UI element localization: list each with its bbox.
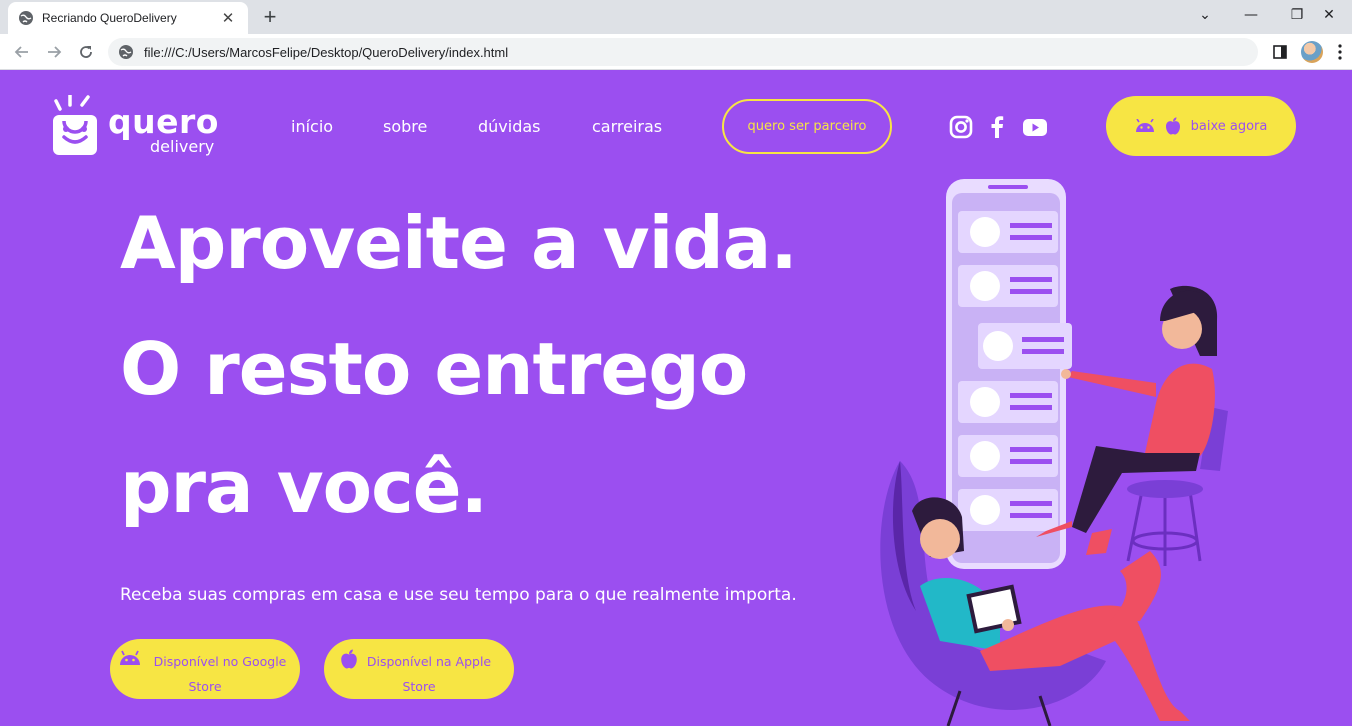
globe-icon: [19, 11, 33, 25]
google-store-line-1: Disponível no Google: [153, 654, 287, 669]
google-store-line-2: Store: [188, 679, 222, 694]
landing-page: quero delivery início sobre dúvidas carr…: [0, 71, 1352, 726]
hero-line-2: O resto entrego: [120, 327, 748, 411]
new-tab-button[interactable]: +: [258, 4, 282, 29]
close-tab-icon[interactable]: ✕: [218, 8, 238, 28]
arrow-right-icon: [48, 46, 62, 58]
forward-button[interactable]: [40, 38, 68, 66]
more-vertical-icon: [1338, 44, 1342, 60]
apple-store-line-1: Disponível na Apple: [366, 654, 492, 669]
download-button[interactable]: baixe agora: [1106, 96, 1296, 156]
android-icon: [1135, 119, 1154, 132]
youtube-icon[interactable]: [1022, 114, 1048, 140]
browser-tab[interactable]: Recriando QueroDelivery ✕: [8, 2, 248, 34]
instagram-icon[interactable]: [948, 114, 974, 140]
logo-word: quero: [108, 102, 219, 141]
download-button-label: baixe agora: [1190, 118, 1268, 134]
arrow-left-icon: [14, 46, 28, 58]
minimize-button[interactable]: —: [1228, 0, 1274, 30]
reload-icon: [80, 46, 92, 58]
delivery-illustration: [880, 179, 1228, 726]
hero-line-3: pra você.: [120, 445, 488, 529]
logo-subtitle: delivery: [150, 137, 215, 156]
apple-icon: [1165, 117, 1180, 135]
nav-link-inicio[interactable]: início: [291, 117, 333, 136]
stool-illustration: [1126, 490, 1202, 566]
side-panel-icon: [1273, 45, 1287, 59]
nav-link-duvidas[interactable]: dúvidas: [478, 117, 541, 136]
reload-button[interactable]: [72, 38, 100, 66]
google-store-label: Disponível no Google Store: [110, 649, 300, 699]
google-store-button[interactable]: Disponível no Google Store: [110, 639, 300, 699]
tab-title: Recriando QueroDelivery: [42, 11, 177, 25]
back-button[interactable]: [8, 38, 36, 66]
partner-button[interactable]: quero ser parceiro: [722, 99, 892, 154]
profile-button[interactable]: [1298, 38, 1326, 66]
browser-tabstrip: Recriando QueroDelivery ✕ + ⌄ — ❐ ✕: [0, 0, 1352, 34]
nav-link-carreiras[interactable]: carreiras: [592, 117, 662, 136]
url-text: file:///C:/Users/MarcosFelipe/Desktop/Qu…: [144, 44, 509, 60]
hero-subtext: Receba suas compras em casa e use seu te…: [120, 585, 797, 605]
globe-icon: [119, 45, 133, 59]
close-window-button[interactable]: ✕: [1306, 0, 1352, 30]
menu-button[interactable]: [1330, 38, 1350, 66]
hero-line-1: Aproveite a vida.: [120, 201, 798, 285]
side-panel-button[interactable]: [1266, 38, 1294, 66]
tab-search-button[interactable]: ⌄: [1182, 0, 1228, 30]
bag-smile-icon: [53, 95, 97, 155]
facebook-icon[interactable]: [984, 114, 1010, 140]
apple-store-button[interactable]: Disponível na Apple Store: [324, 639, 514, 699]
avatar: [1301, 41, 1323, 63]
apple-store-label: Disponível na Apple Store: [324, 649, 514, 699]
apple-store-line-2: Store: [402, 679, 436, 694]
nav-link-sobre[interactable]: sobre: [383, 117, 427, 136]
logo[interactable]: quero delivery: [52, 95, 222, 161]
browser-toolbar: file:///C:/Users/MarcosFelipe/Desktop/Qu…: [0, 34, 1352, 70]
address-bar[interactable]: file:///C:/Users/MarcosFelipe/Desktop/Qu…: [108, 38, 1258, 66]
